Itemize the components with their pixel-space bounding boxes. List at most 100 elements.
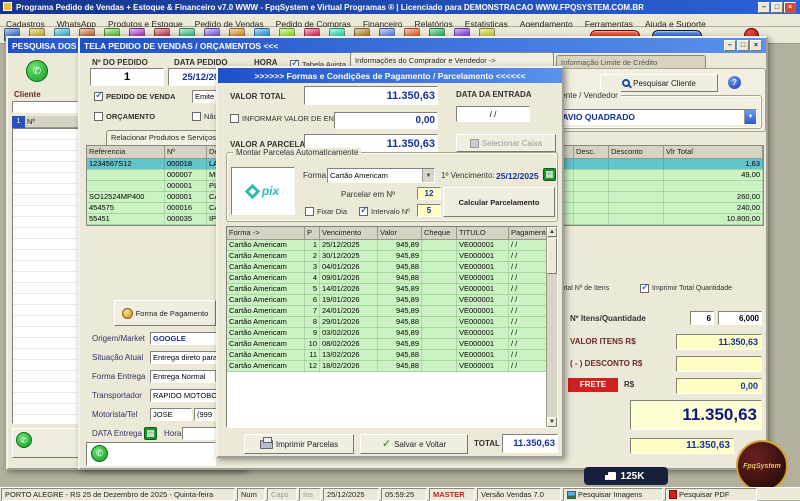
coin-icon [121,307,133,319]
cliente-search-input[interactable] [12,101,78,113]
thumbs-up-icon [604,472,616,480]
origem-field[interactable]: GOOGLE [150,332,218,345]
pedido-number-field[interactable]: 1 [90,68,164,86]
search-result-list[interactable] [12,128,79,424]
parcels-grid[interactable]: Forma -> P Vencimento Valor Cheque TITUL… [226,226,558,428]
parcel-row[interactable]: Cartão Americam 3 04/01/2026 945,88 VE00… [227,262,557,273]
frete-field[interactable]: 0,00 [676,378,762,394]
col-header-num[interactable]: Nº [165,146,207,159]
tab-limite-credito[interactable]: Informação Limite de Crédito [556,55,706,69]
maximize-button[interactable]: □ [771,1,783,13]
imprimir-total-quantidade-label: Imprimir Total Quantidade [652,285,733,292]
pesquisar-pdf-button[interactable]: Pesquisar PDF [665,488,757,501]
origem-label: Origem/Market [92,334,145,343]
col-header-desconto[interactable]: Desconto [609,146,664,159]
scrollbar[interactable]: ▲ ▼ [546,227,557,427]
col-header-cheque[interactable]: Cheque [422,227,457,240]
parcel-row[interactable]: Cartão Americam 9 03/02/2026 945,89 VE00… [227,328,557,339]
scroll-up-icon[interactable]: ▲ [547,227,557,237]
vencimento-value[interactable]: 25/12/2025 [496,171,539,181]
scroll-thumb[interactable] [547,238,557,274]
checkbox-box [192,112,201,121]
whatsapp-icon[interactable]: ✆ [26,60,48,82]
parcel-row[interactable]: Cartão Americam 5 14/01/2026 945,89 VE00… [227,284,557,295]
status-user: MASTER [429,488,475,501]
parcel-row[interactable]: Cartão Americam 2 30/12/2025 945,89 VE00… [227,251,557,262]
cell-cheque [422,295,457,306]
cell-pagamento: / / [511,284,518,293]
chevron-down-icon[interactable]: ▼ [744,110,756,124]
pedido-venda-checkbox[interactable]: PEDIDO DE VENDA [94,90,176,101]
cell-pagamento: / / [511,295,518,304]
help-icon[interactable]: ? [728,76,741,89]
calendar-icon[interactable] [543,168,556,181]
parcel-row[interactable]: Cartão Americam 1 25/12/2025 945,89 VE00… [227,240,557,251]
col-header-titulo[interactable]: TITULO [457,227,509,240]
calendar-icon[interactable] [144,427,157,440]
data-entrada-field[interactable]: / / [456,106,530,122]
orcamento-checkbox[interactable]: ORÇAMENTO [94,112,155,121]
cell-vencimento: 14/01/2026 [320,284,378,295]
parcel-row[interactable]: Cartão Americam 10 08/02/2026 945,89 VE0… [227,339,557,350]
col-header-referencia[interactable]: Referencia [87,146,165,159]
col-header-forma[interactable]: Forma -> [227,227,305,240]
checkbox-box [94,112,103,121]
cell-valor: 945,88 [378,350,422,361]
imprimir-total-quantidade-checkbox[interactable]: Imprimir Total Quantidade [640,282,733,293]
parcel-row[interactable]: Cartão Americam 8 29/01/2026 945,88 VE00… [227,317,557,328]
likes-badge: 125K [584,467,668,485]
parcel-row[interactable]: Cartão Americam 6 19/01/2026 945,89 VE00… [227,295,557,306]
close-button[interactable]: × [784,1,796,13]
cell-referencia: SO12524MP400 [87,192,165,203]
whatsapp-icon[interactable]: ✆ [91,445,108,462]
col-header-vencimento[interactable]: Vencimento [320,227,378,240]
col-header-pagamento[interactable]: Pagamento -> [509,227,546,240]
num-column-header[interactable]: Nº [25,116,79,128]
total-grande-display: 11.350,63 [630,400,762,430]
chevron-down-icon[interactable]: ▼ [422,169,434,182]
search-icon [622,79,631,87]
motorista-field[interactable]: JOSE [150,408,192,421]
app-title-bar[interactable]: Programa Pedido de Vendas + Estoque & Fi… [0,0,800,14]
imprimir-parcelas-button[interactable]: Imprimir Parcelas [244,434,354,454]
forma-combo[interactable]: Cartão Americam ▼ [327,168,435,183]
cell-cheque [422,240,457,251]
order-minimize-button[interactable]: – [724,40,736,51]
minimize-button[interactable]: – [758,1,770,13]
forma-pagamento-button[interactable]: Forma de Pagamento [114,300,216,326]
parcel-row[interactable]: Cartão Americam 12 18/02/2026 945,88 VE0… [227,361,557,372]
cell-num: 000035 [165,214,207,225]
cliente-vendedor-combo[interactable]: FLAVIO QUADRADO ▼ [549,109,757,125]
calcular-parcelamento-button[interactable]: Calcular Parcelamento [443,187,555,217]
salvar-voltar-button[interactable]: ✓ Salvar e Voltar [360,434,468,454]
scroll-down-icon[interactable]: ▼ [547,417,557,427]
payment-dialog-title-bar[interactable]: >>>>>> Formas e Condições de Pagamento /… [218,68,562,83]
fixar-dia-checkbox[interactable]: Fixar Dia [305,207,347,216]
forma-pagamento-label: Forma de Pagamento [135,308,209,318]
intervalo-num-field[interactable]: 5 [417,204,441,217]
order-window-title-bar[interactable]: TELA PEDIDO DE VENDAS / ORÇAMENTOS <<< –… [80,38,766,53]
parcel-row[interactable]: Cartão Americam 7 24/01/2026 945,89 VE00… [227,306,557,317]
whatsapp-footer-icon[interactable]: ✆ [16,432,32,448]
col-header-valor[interactable]: Valor [378,227,422,240]
cell-p: 4 [305,273,320,284]
cell-desc-pct [574,214,609,225]
col-header-vlr-total[interactable]: Vlr Total [664,146,763,159]
pesquisar-imagens-button[interactable]: Pesquisar Imagens [563,488,663,501]
selecionar-caixa-button[interactable]: Selecionar Caixa [456,134,556,152]
cell-pagamento: / / [511,262,518,271]
col-header-p[interactable]: P [305,227,320,240]
order-close-button[interactable]: × [750,40,762,51]
parcel-row[interactable]: Cartão Americam 11 13/02/2026 945,88 VE0… [227,350,557,361]
checkbox-box [230,114,239,123]
parcel-row[interactable]: Cartão Americam 4 09/01/2026 945,88 VE00… [227,273,557,284]
cell-referencia [87,170,165,181]
intervalo-checkbox[interactable]: Intervalo Nº [359,205,410,216]
order-maximize-button[interactable]: □ [737,40,749,51]
parcelar-num-field[interactable]: 12 [417,187,441,200]
desconto-field[interactable] [676,356,762,372]
pesquisar-cliente-button[interactable]: Pesquisar Cliente [600,74,718,92]
col-header-desc-pct[interactable]: Desc. [574,146,609,159]
valor-entrada-field[interactable]: 0,00 [334,112,438,129]
cell-vencimento: 30/12/2025 [320,251,378,262]
